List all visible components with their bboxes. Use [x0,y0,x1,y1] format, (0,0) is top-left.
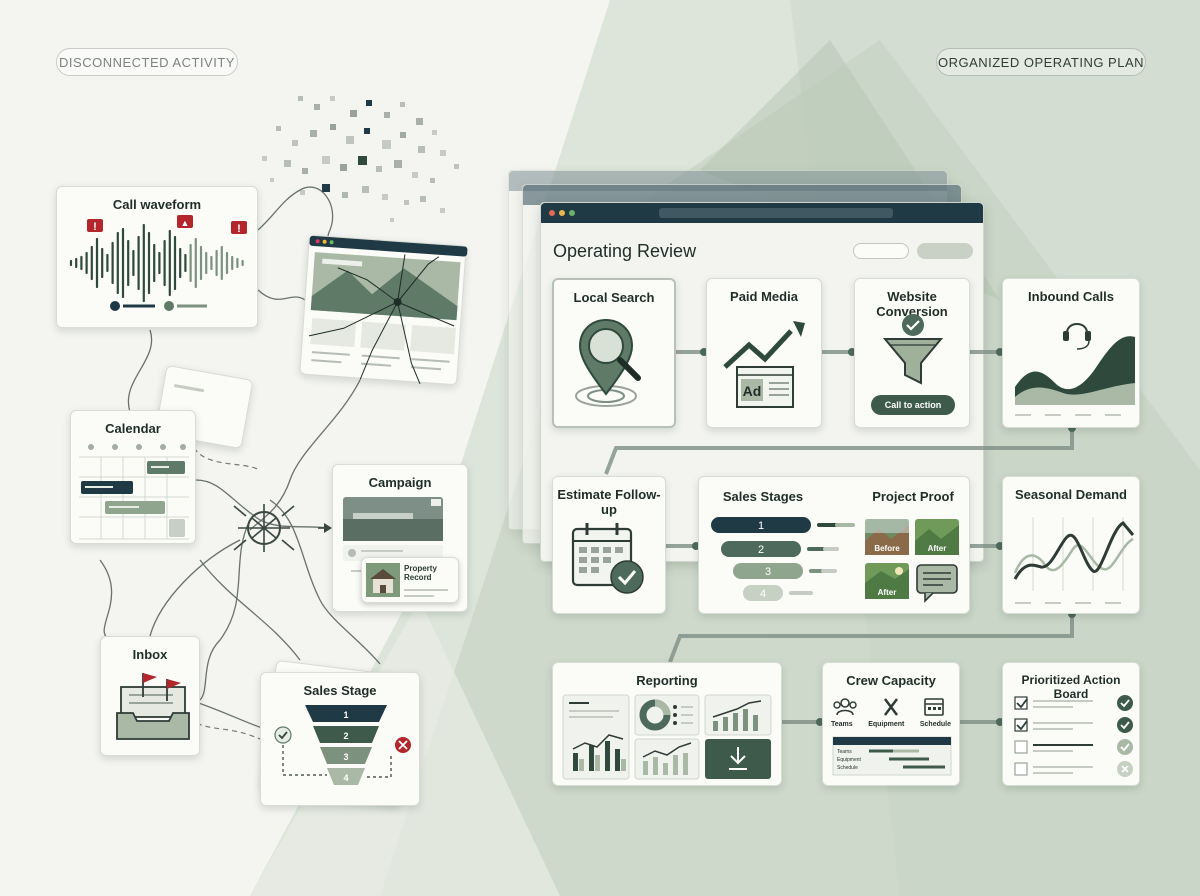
gantt-row-teams: Teams [837,749,852,755]
checklist-row-4 [1014,761,1133,777]
seasonal-demand-card[interactable]: Seasonal Demand [1002,476,1140,614]
seasonal-line-chart-icon [1013,517,1135,604]
reporting-title: Reporting [636,673,698,688]
schedule-icon [924,698,944,716]
crew-capacity-card[interactable]: Crew Capacity Teams Equipment Schedule T… [822,662,960,786]
map-pin-search-icon [575,318,641,407]
before-label: Before [874,544,900,553]
gantt-row-schedule: Schedule [837,765,858,771]
speech-bubble-icon [916,564,958,603]
action-checklist [1014,695,1133,777]
conversion-funnel-icon [882,314,944,385]
calendar-check-icon [571,523,644,594]
stage-bar-1: 1 [758,520,764,532]
schedule-label: Schedule [919,721,951,728]
call-to-action-button[interactable]: Call to action [871,395,955,415]
paid-media-title: Paid Media [730,289,798,304]
reporting-card[interactable]: Reporting [552,662,782,786]
equipment-icon [884,698,898,716]
crew-capacity-title: Crew Capacity [846,673,936,688]
teams-label: Teams [831,721,853,728]
reporting-dashboard-icon [562,694,772,780]
stage-bar-3: 3 [765,566,771,578]
project-proof-title: Project Proof [872,489,954,504]
equipment-label: Equipment [868,721,905,728]
website-conversion-card[interactable]: Website Conversion Call to action [854,278,970,428]
stage-bar-4: 4 [760,588,766,600]
teams-icon [833,698,857,716]
prioritized-action-board-card[interactable]: Prioritized Action Board [1002,662,1140,786]
sales-stages-project-proof-card[interactable]: Sales Stages Project Proof 1 2 3 4 Befor… [698,476,970,614]
before-after-photos: Before After After [865,519,959,603]
estimate-followup-title: Estimate Follow-up [557,487,661,517]
checklist-row-2 [1014,717,1133,733]
headset-icon [1063,323,1091,350]
estimate-followup-card[interactable]: Estimate Follow-up [552,476,666,614]
inbound-calls-title: Inbound Calls [1028,289,1114,304]
local-search-title: Local Search [573,290,655,305]
headset-area-chart-icon [1015,323,1135,416]
after-label-2: After [878,588,897,597]
seasonal-demand-title: Seasonal Demand [1015,487,1127,502]
sales-stages-bars: 1 2 3 4 [711,517,855,601]
paid-media-card[interactable]: Paid Media Ad [706,278,822,428]
sales-stages-title: Sales Stages [722,489,804,504]
checklist-row-3 [1014,739,1133,755]
ad-label: Ad [743,383,762,399]
after-label: After [928,544,947,553]
checklist-row-1 [1014,695,1133,711]
inbound-calls-card[interactable]: Inbound Calls [1002,278,1140,428]
ad-growth-icon: Ad [723,321,805,408]
local-search-card[interactable]: Local Search [552,278,676,428]
stage-bar-2: 2 [758,544,764,556]
gantt-row-equipment: Equipment [837,757,861,763]
